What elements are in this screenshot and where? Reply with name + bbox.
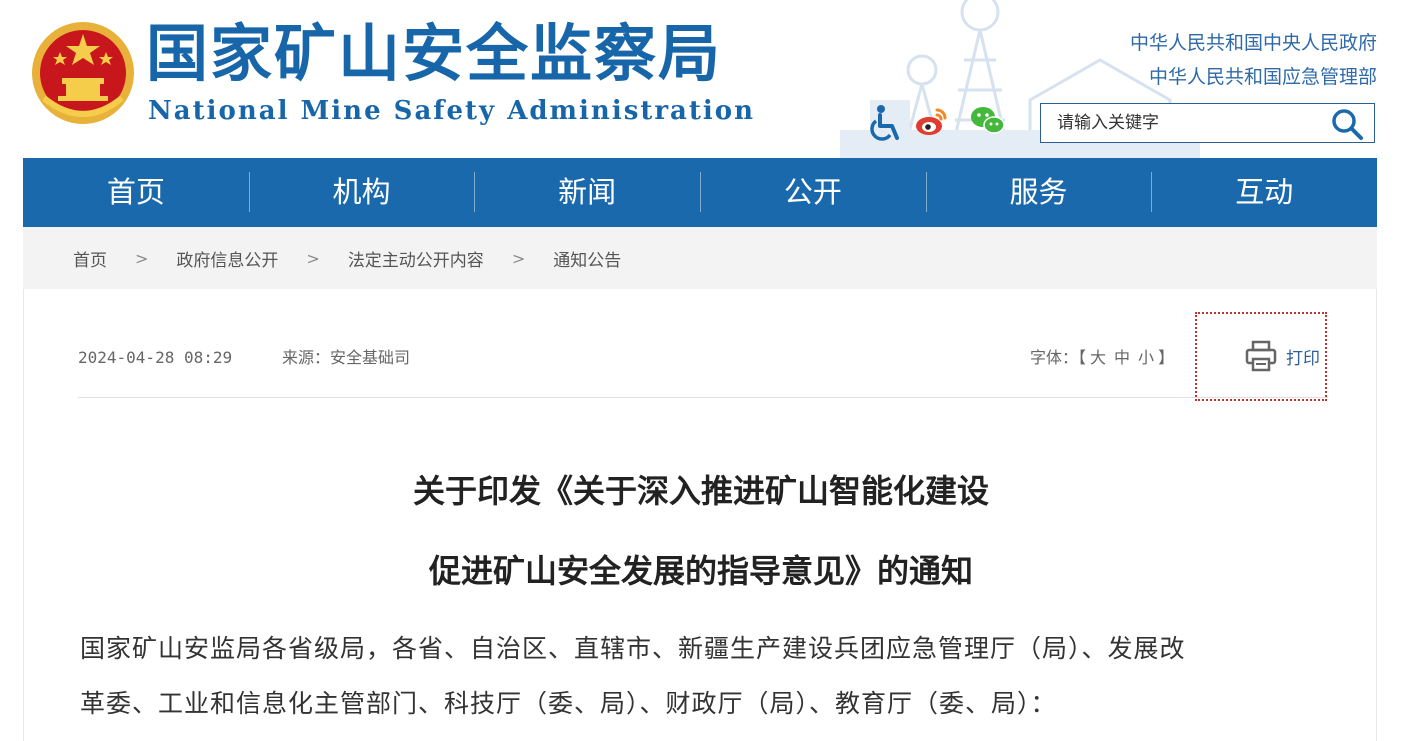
national-emblem-icon — [32, 22, 134, 124]
nav-item-services[interactable]: 服务 — [925, 158, 1152, 227]
search-box — [1040, 103, 1375, 143]
article-body-line: 国家矿山安监局各省级局，各省、自治区、直辖市、新疆生产建设兵团应急管理厅（局）、… — [80, 634, 1186, 663]
font-size-small[interactable]: 小 — [1138, 348, 1154, 367]
nav-item-interaction[interactable]: 互动 — [1151, 158, 1377, 227]
article-title: 关于印发《关于深入推进矿山智能化建设 促进矿山安全发展的指导意见》的通知 — [24, 451, 1378, 611]
breadcrumb-separator: > — [135, 248, 149, 268]
site-header: 国家矿山安全监察局 National Mine Safety Administr… — [0, 0, 1417, 158]
article-panel: 2024-04-28 08:29 来源：安全基础司 字体：【大中小】 打印 关于… — [23, 289, 1377, 741]
nav-item-home[interactable]: 首页 — [23, 158, 249, 227]
font-size-medium[interactable]: 中 — [1114, 348, 1130, 367]
font-size-large[interactable]: 大 — [1090, 348, 1106, 367]
breadcrumb-statutory-content[interactable]: 法定主动公开内容 — [348, 246, 484, 271]
accessibility-icon[interactable] — [868, 104, 908, 144]
font-size-control: 字体：【大中小】 — [1030, 333, 1174, 383]
printer-icon — [1245, 340, 1277, 372]
article-body: 国家矿山安监局各省级局，各省、自治区、直辖市、新疆生产建设兵团应急管理厅（局）、… — [80, 621, 1330, 731]
nav-item-disclosure[interactable]: 公开 — [700, 158, 926, 227]
breadcrumb-separator: > — [511, 248, 526, 268]
publish-datetime: 2024-04-28 08:29 — [78, 348, 233, 367]
font-size-label: 字体：【 — [1030, 348, 1087, 367]
emergency-ministry-link[interactable]: 中华人民共和国应急管理部 — [1130, 60, 1377, 94]
breadcrumb-notices[interactable]: 通知公告 — [553, 246, 621, 271]
breadcrumb-separator: > — [306, 248, 320, 268]
breadcrumb-home[interactable]: 首页 — [73, 246, 107, 271]
print-label: 打印 — [1286, 349, 1320, 369]
search-input[interactable] — [1041, 104, 1321, 142]
breadcrumb-gov-info[interactable]: 政府信息公开 — [176, 246, 278, 271]
search-icon[interactable] — [1330, 107, 1364, 141]
page: 国家矿山安全监察局 National Mine Safety Administr… — [0, 0, 1417, 741]
article-source: 来源：安全基础司 — [282, 348, 411, 367]
top-links: 中华人民共和国中央人民政府 中华人民共和国应急管理部 — [1130, 26, 1377, 94]
central-government-link[interactable]: 中华人民共和国中央人民政府 — [1130, 26, 1377, 60]
nav-item-news[interactable]: 新闻 — [474, 158, 700, 227]
meta-divider — [78, 397, 1328, 398]
font-size-close: 】 — [1158, 348, 1175, 367]
wechat-icon[interactable] — [970, 104, 1010, 144]
article-title-line: 关于印发《关于深入推进矿山智能化建设 — [412, 472, 989, 510]
article-body-line: 革委、工业和信息化主管部门、科技厅（委、局）、财政厅（局）、教育厅（委、局）： — [80, 689, 1057, 718]
print-button[interactable]: 打印 — [1195, 312, 1327, 401]
nav-item-organization[interactable]: 机构 — [248, 158, 475, 227]
weibo-icon[interactable] — [914, 104, 954, 144]
main-nav: 首页 机构 新闻 公开 服务 互动 — [23, 158, 1377, 227]
site-title-cn: 国家矿山安全监察局 — [146, 17, 723, 90]
site-title-en: National Mine Safety Administration — [148, 96, 756, 126]
breadcrumb: 首页 > 政府信息公开 > 法定主动公开内容 > 通知公告 — [23, 227, 1377, 289]
article-meta: 2024-04-28 08:29 来源：安全基础司 字体：【大中小】 — [78, 333, 1328, 383]
article-title-line: 促进矿山安全发展的指导意见》的通知 — [428, 552, 973, 590]
